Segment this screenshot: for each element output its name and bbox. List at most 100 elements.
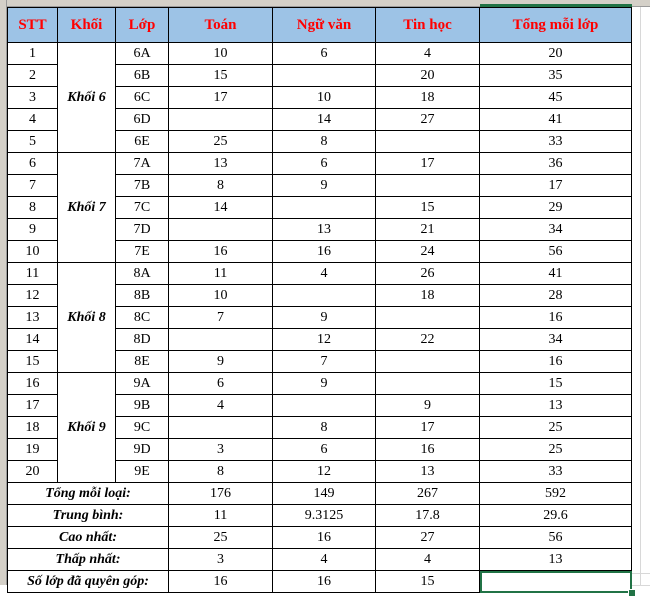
- cell-tong-moi-lop[interactable]: 29: [479, 196, 632, 219]
- column-header-van[interactable]: Ngữ văn: [272, 7, 376, 43]
- row-header-gutter[interactable]: [0, 0, 7, 585]
- cell-tin-hoc[interactable]: 4: [375, 42, 480, 65]
- cell-toan[interactable]: 6: [168, 372, 273, 395]
- cell-tong-moi-lop[interactable]: 16: [479, 350, 632, 373]
- cell-tin-hoc[interactable]: 15: [375, 196, 480, 219]
- cell-toan[interactable]: 10: [168, 42, 273, 65]
- cell-lop[interactable]: 8B: [115, 284, 169, 307]
- cell-ngu-van[interactable]: 9: [272, 306, 376, 329]
- cell-tin-hoc[interactable]: 27: [375, 108, 480, 131]
- summary-cell-tong-moi-lop[interactable]: 592: [479, 482, 632, 505]
- cell-stt[interactable]: 2: [7, 64, 58, 87]
- cell-tong-moi-lop[interactable]: 25: [479, 438, 632, 461]
- summary-label[interactable]: Thấp nhất:: [7, 548, 169, 571]
- cell-lop[interactable]: 7C: [115, 196, 169, 219]
- summary-cell-tin-hoc[interactable]: 15: [375, 570, 480, 593]
- cell-tin-hoc[interactable]: 24: [375, 240, 480, 263]
- summary-label[interactable]: Tổng mỗi loại:: [7, 482, 169, 505]
- cell-toan[interactable]: 25: [168, 130, 273, 153]
- summary-label[interactable]: Cao nhất:: [7, 526, 169, 549]
- summary-row[interactable]: Tổng mỗi loại: 176 149 267 592: [7, 482, 632, 505]
- cell-tin-hoc[interactable]: 17: [375, 416, 480, 439]
- cell-ngu-van[interactable]: 10: [272, 86, 376, 109]
- cell-ngu-van[interactable]: 14: [272, 108, 376, 131]
- cell-tong-moi-lop[interactable]: 41: [479, 108, 632, 131]
- cell-tin-hoc[interactable]: 9: [375, 394, 480, 417]
- cell-toan[interactable]: 9: [168, 350, 273, 373]
- cell-tong-moi-lop[interactable]: 56: [479, 240, 632, 263]
- cell-ngu-van[interactable]: 7: [272, 350, 376, 373]
- fill-handle[interactable]: [627, 588, 636, 597]
- cell-stt[interactable]: 7: [7, 174, 58, 197]
- cell-tong-moi-lop[interactable]: 33: [479, 460, 632, 483]
- table-row[interactable]: 6 Khối 7 7A 13 6 17 36: [7, 152, 632, 263]
- summary-row[interactable]: Cao nhất: 25 16 27 56: [7, 526, 632, 549]
- cell-tong-moi-lop[interactable]: 35: [479, 64, 632, 87]
- summary-cell-tin-hoc[interactable]: 27: [375, 526, 480, 549]
- summary-cell-toan[interactable]: 3: [168, 548, 273, 571]
- summary-label[interactable]: Trung bình:: [7, 504, 169, 527]
- cell-tin-hoc[interactable]: 21: [375, 218, 480, 241]
- cell-ngu-van[interactable]: 8: [272, 416, 376, 439]
- cell-stt[interactable]: 10: [7, 240, 58, 263]
- cell-tin-hoc[interactable]: 18: [375, 86, 480, 109]
- cell-toan[interactable]: [168, 416, 273, 439]
- cell-toan[interactable]: 3: [168, 438, 273, 461]
- cell-stt[interactable]: 9: [7, 218, 58, 241]
- cell-ngu-van[interactable]: 8: [272, 130, 376, 153]
- cell-ngu-van[interactable]: 6: [272, 152, 376, 175]
- cell-toan[interactable]: 8: [168, 174, 273, 197]
- cell-tin-hoc[interactable]: 26: [375, 262, 480, 285]
- cell-toan[interactable]: 4: [168, 394, 273, 417]
- table-row[interactable]: 1 Khối 6 6A 10 6 4 20: [7, 42, 632, 153]
- summary-cell-tong-moi-lop[interactable]: 13: [479, 548, 632, 571]
- cell-lop[interactable]: 8D: [115, 328, 169, 351]
- cell-tin-hoc[interactable]: 13: [375, 460, 480, 483]
- cell-ngu-van[interactable]: 12: [272, 328, 376, 351]
- cell-stt[interactable]: 13: [7, 306, 58, 329]
- cell-lop[interactable]: 9C: [115, 416, 169, 439]
- cell-stt[interactable]: 19: [7, 438, 58, 461]
- summary-row[interactable]: Trung bình: 11 9.3125 17.8 29.6: [7, 504, 632, 527]
- cell-toan[interactable]: 7: [168, 306, 273, 329]
- cell-lop[interactable]: 7A: [115, 152, 169, 175]
- cell-tin-hoc[interactable]: 16: [375, 438, 480, 461]
- cell-khoi-group[interactable]: Khối 8: [57, 262, 116, 373]
- summary-cell-ngu-van[interactable]: 16: [272, 526, 376, 549]
- cell-tong-moi-lop[interactable]: 16: [479, 306, 632, 329]
- cell-lop[interactable]: 8C: [115, 306, 169, 329]
- cell-toan[interactable]: [168, 108, 273, 131]
- cell-lop[interactable]: 7E: [115, 240, 169, 263]
- cell-tin-hoc[interactable]: [375, 130, 480, 153]
- cell-tin-hoc[interactable]: 17: [375, 152, 480, 175]
- cell-tin-hoc[interactable]: [375, 306, 480, 329]
- cell-tong-moi-lop[interactable]: 34: [479, 218, 632, 241]
- summary-cell-tong-moi-lop[interactable]: 56: [479, 526, 632, 549]
- cell-stt[interactable]: 17: [7, 394, 58, 417]
- cell-ngu-van[interactable]: 9: [272, 174, 376, 197]
- cell-stt[interactable]: 5: [7, 130, 58, 153]
- cell-ngu-van[interactable]: 12: [272, 460, 376, 483]
- cell-tin-hoc[interactable]: 18: [375, 284, 480, 307]
- column-header-tong[interactable]: Tổng mỗi lớp: [479, 7, 632, 43]
- summary-cell-tin-hoc[interactable]: 4: [375, 548, 480, 571]
- cell-tong-moi-lop[interactable]: 20: [479, 42, 632, 65]
- cell-tin-hoc[interactable]: [375, 350, 480, 373]
- cell-ngu-van[interactable]: 16: [272, 240, 376, 263]
- summary-row[interactable]: Thấp nhất: 3 4 4 13: [7, 548, 632, 571]
- cell-lop[interactable]: 6D: [115, 108, 169, 131]
- cell-tong-moi-lop[interactable]: 45: [479, 86, 632, 109]
- cell-toan[interactable]: 11: [168, 262, 273, 285]
- cell-toan[interactable]: 13: [168, 152, 273, 175]
- cell-tong-moi-lop[interactable]: 33: [479, 130, 632, 153]
- cell-lop[interactable]: 6E: [115, 130, 169, 153]
- summary-cell-ngu-van[interactable]: 4: [272, 548, 376, 571]
- cell-lop[interactable]: 7D: [115, 218, 169, 241]
- spreadsheet-canvas[interactable]: STT Khối Lớp Toán Ngữ văn Tin học Tổng m…: [0, 0, 650, 597]
- summary-cell-ngu-van[interactable]: 16: [272, 570, 376, 593]
- cell-stt[interactable]: 8: [7, 196, 58, 219]
- cell-toan[interactable]: 15: [168, 64, 273, 87]
- cell-lop[interactable]: 8A: [115, 262, 169, 285]
- summary-cell-ngu-van[interactable]: 149: [272, 482, 376, 505]
- cell-stt[interactable]: 1: [7, 42, 58, 65]
